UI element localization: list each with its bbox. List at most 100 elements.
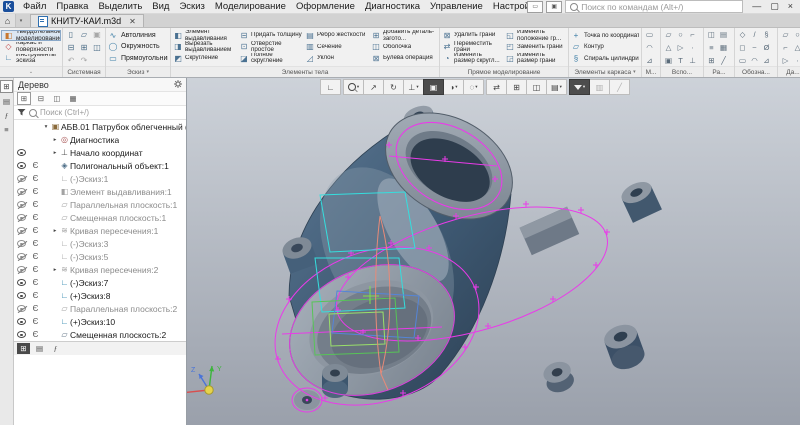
sketch-tool-button[interactable]: ▭Прямоугольник (108, 53, 168, 64)
ribbon-tool-button[interactable]: ◪Полное скругление (239, 53, 303, 64)
ribbon-tool-button[interactable]: ⊠Булева операция (371, 53, 435, 64)
tool-icon[interactable]: ○ (675, 28, 686, 41)
exclude-from-calc-icon[interactable]: Є (29, 291, 42, 300)
dropdown-caret-icon[interactable]: ▾ (475, 84, 477, 90)
tool-icon[interactable]: ⊿ (761, 54, 772, 67)
tree-item-label[interactable]: Кривая пересечения:1 (70, 226, 158, 236)
tab-close-icon[interactable]: ✕ (129, 17, 136, 26)
ribbon-tool-button[interactable]: +Точка по координатам (571, 30, 639, 41)
tree-item-label[interactable]: Параллельная плоскость:1 (70, 200, 177, 210)
dropdown-caret-icon[interactable]: ▾ (416, 84, 418, 90)
menu-item[interactable]: Моделирование (210, 0, 291, 13)
exclude-from-calc-icon[interactable]: Є (29, 187, 42, 196)
tree-item[interactable]: Є∟(-)Эскиз:5 (14, 250, 186, 263)
components-button[interactable]: ◫ (526, 79, 547, 95)
tree-tab[interactable]: ⊞ (17, 343, 30, 354)
variables-panel-button[interactable]: ƒ (1, 110, 12, 121)
eye-off-icon[interactable] (14, 266, 29, 273)
tree-item-label[interactable]: (-)Эскиз:1 (70, 174, 108, 184)
eye-icon[interactable] (14, 331, 29, 338)
tree-search-input[interactable] (40, 108, 183, 117)
tree-item-label[interactable]: (-)Эскиз:7 (70, 278, 108, 288)
save-icon[interactable]: ▣ (91, 28, 103, 41)
home-button[interactable]: ⌂ (0, 14, 16, 27)
menu-item[interactable]: Диагностика (360, 0, 425, 13)
ribbon-tool-button[interactable]: ▱Контур (571, 41, 639, 52)
eye-off-icon[interactable] (14, 188, 29, 195)
dropdown-caret-icon[interactable]: ▾ (583, 84, 585, 90)
structure-view-button[interactable]: ⊞ (17, 92, 31, 105)
expander-icon[interactable]: ▾ (42, 124, 50, 130)
ribbon-tool-button[interactable]: ⊞Добавить деталь-загото... (371, 30, 435, 41)
ribbon-tool-button[interactable]: ⊟Придать толщину (239, 30, 303, 41)
tree-search[interactable] (14, 106, 186, 120)
parameters-tab[interactable]: ▤ (33, 343, 46, 354)
tool-icon[interactable]: / (749, 28, 760, 41)
model-scene[interactable]: Y Z (187, 78, 800, 425)
dropdown-caret-icon[interactable]: ▾ (357, 84, 359, 90)
tree-item[interactable]: Є▱Смещенная плоскость:2 (14, 328, 186, 341)
tree-item[interactable]: Є∟(+)Эскиз:10 (14, 315, 186, 328)
open-document-icon[interactable]: ▱ (78, 28, 90, 41)
tool-icon[interactable]: ▦ (718, 41, 729, 54)
view-cube-button[interactable]: ▣ (423, 79, 444, 95)
screen-mode-button[interactable]: ▣ (546, 1, 562, 13)
tool-icon[interactable]: ◫ (706, 28, 717, 41)
tree-item-label[interactable]: Смещенная плоскость:2 (70, 330, 166, 340)
ribbon-tool-button[interactable]: ◲Изменить размер грани (505, 53, 566, 64)
ribbon-tool-button[interactable]: ◧Элемент выдавливания (173, 30, 237, 41)
ribbon-tool-button[interactable]: ◫Оболочка (371, 41, 435, 52)
exclude-from-calc-icon[interactable]: Є (29, 239, 42, 248)
tree-item[interactable]: Є∟(-)Эскиз:7 (14, 276, 186, 289)
menu-item[interactable]: Эскиз (174, 0, 209, 13)
tree-item[interactable]: Є∟(+)Эскиз:8 (14, 289, 186, 302)
tool-icon[interactable]: ◻ (737, 41, 748, 54)
filter-funnel-icon[interactable] (17, 108, 26, 117)
display-style-button[interactable]: ◑▾ (443, 79, 464, 95)
tool-icon[interactable]: ▱ (780, 28, 791, 41)
eye-icon[interactable] (14, 162, 29, 169)
additional-view-button[interactable]: ▦ (67, 93, 79, 104)
eye-off-icon[interactable] (14, 214, 29, 221)
gear-icon[interactable] (174, 80, 182, 90)
tree-item[interactable]: Є▱Параллельная плоскость:2 (14, 302, 186, 315)
exclude-from-calc-icon[interactable]: Є (29, 278, 42, 287)
eye-off-icon[interactable] (14, 240, 29, 247)
exclude-from-calc-icon[interactable]: Є (29, 304, 42, 313)
tree-item-label[interactable]: (+)Эскиз:8 (70, 291, 110, 301)
menu-item[interactable]: Настройка (488, 0, 527, 13)
exclude-from-calc-icon[interactable]: Є (29, 330, 42, 339)
tool-icon[interactable]: ≡ (706, 41, 717, 54)
tool-icon[interactable]: ╱ (718, 54, 729, 67)
tool-icon[interactable]: ▷ (780, 54, 791, 67)
exclude-from-calc-icon[interactable]: Є (29, 265, 42, 274)
tree-item[interactable]: Є∟(-)Эскиз:3 (14, 237, 186, 250)
tool-icon[interactable]: Ø (761, 41, 772, 54)
tool-icon[interactable]: ◠ (644, 41, 655, 54)
tool-icon[interactable]: ▱ (663, 28, 674, 41)
tool-icon[interactable]: ▣ (663, 54, 674, 67)
eye-icon[interactable] (14, 292, 29, 299)
normal-to-button[interactable]: ⊥▾ (403, 79, 424, 95)
tree-item-label[interactable]: Диагностика (70, 135, 119, 145)
dropdown-caret-icon[interactable]: ▾ (455, 84, 457, 90)
tree-item-label[interactable]: Параллельная плоскость:2 (70, 304, 177, 314)
ribbon-tool-button[interactable]: ⊡Отверстие простое (239, 41, 303, 52)
tree-item[interactable]: ▾▣АБВ.01 Патрубок облегченный (Тел-2 (14, 120, 186, 133)
tree-item-label[interactable]: Элемент выдавливания:1 (70, 187, 172, 197)
zoom-button[interactable]: ▾ (343, 79, 364, 95)
relations-view-button[interactable]: ◫ (51, 93, 63, 104)
variables-tab[interactable]: ƒ (49, 343, 62, 354)
eye-off-icon[interactable] (14, 305, 29, 312)
ribbon-tool-button[interactable]: ▥Сечение (305, 41, 369, 52)
properties-panel-button[interactable]: ▤ (1, 96, 12, 107)
tool-icon[interactable]: ⊿ (644, 54, 655, 67)
ribbon-tool-button[interactable]: ◱Изменить положение гр... (505, 30, 566, 41)
dropdown-caret-icon[interactable]: ▾ (560, 84, 562, 90)
tree-item[interactable]: ▸◎Диагностика (14, 133, 186, 146)
sketch-context-button[interactable]: ∟ (320, 79, 341, 95)
ribbon-tool-button[interactable]: ◰Заменить грани (505, 41, 566, 52)
tool-icon[interactable]: ~ (749, 41, 760, 54)
tool-icon[interactable]: △ (663, 41, 674, 54)
tool-icon[interactable]: ▷ (675, 41, 686, 54)
